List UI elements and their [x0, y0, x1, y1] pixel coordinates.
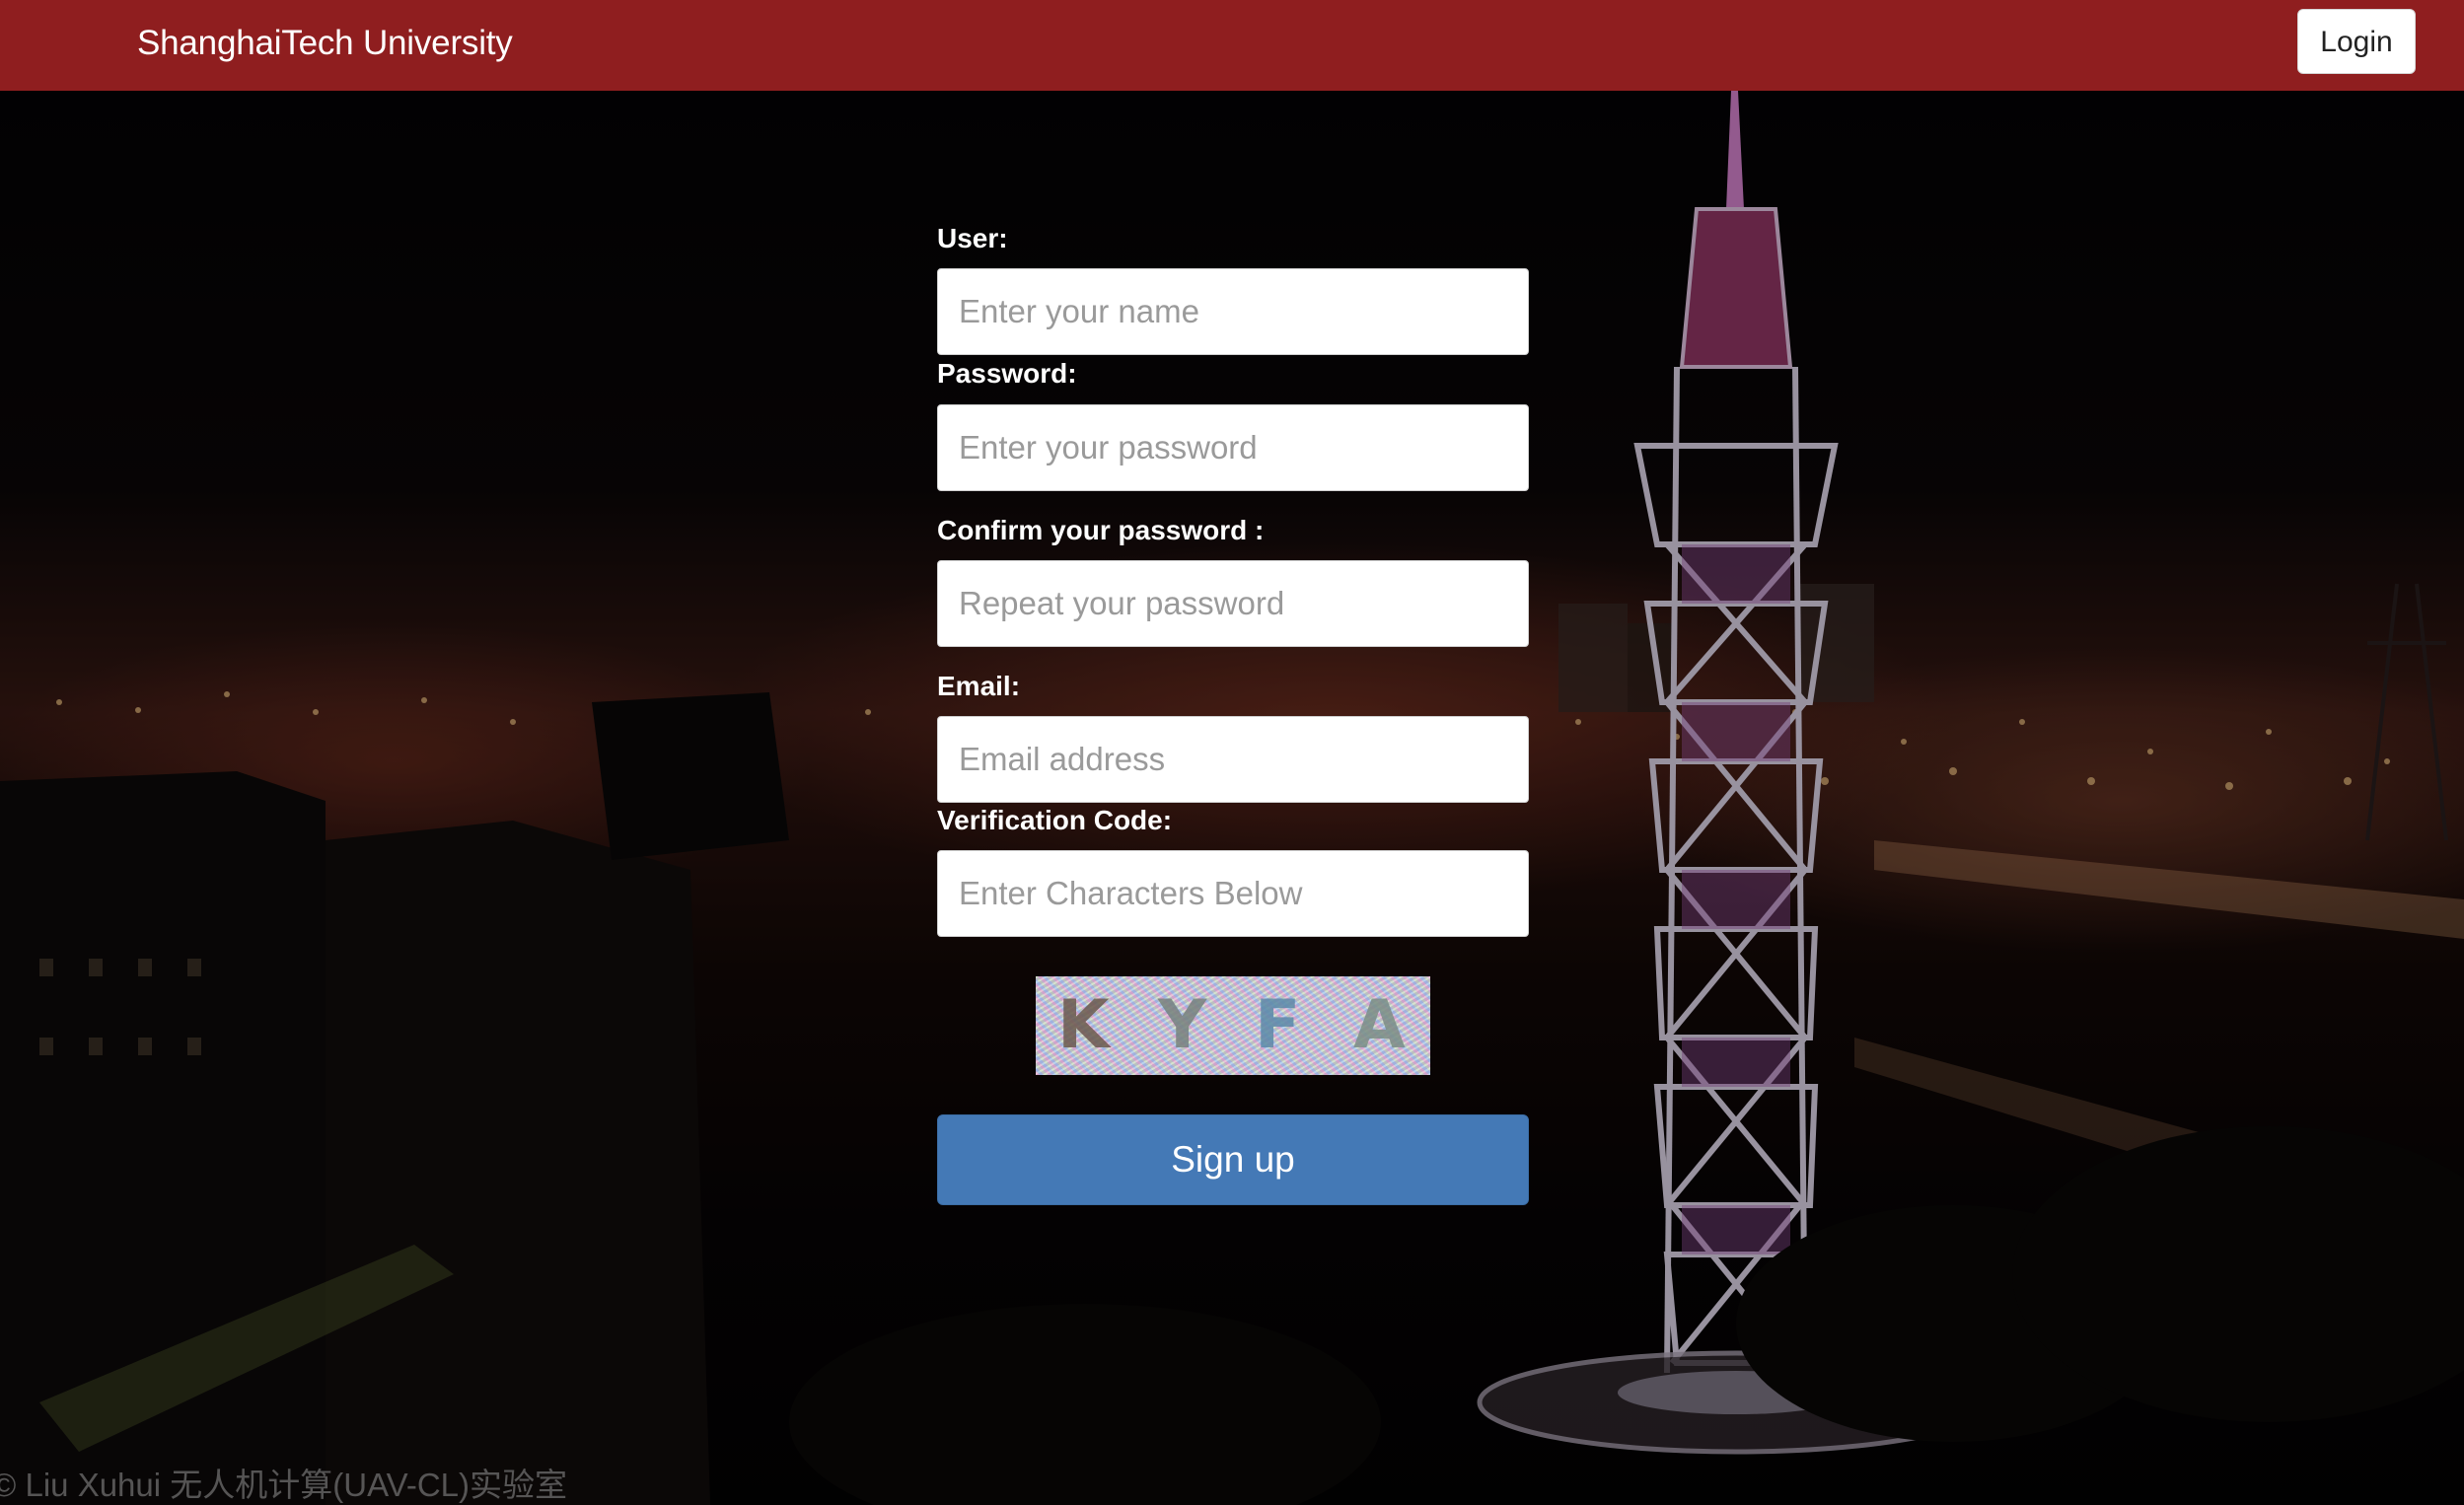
- captcha-char: F: [1255, 986, 1301, 1064]
- sign-up-button[interactable]: Sign up: [937, 1114, 1529, 1205]
- password-label: Password:: [937, 358, 1077, 389]
- verification-code-label: Verification Code:: [937, 805, 1173, 835]
- email-input[interactable]: [937, 716, 1529, 803]
- user-name-input[interactable]: [937, 268, 1529, 355]
- brand-link[interactable]: ShanghaiTech University: [137, 22, 513, 65]
- captcha-char: A: [1353, 986, 1406, 1064]
- top-navbar: ShanghaiTech University Login: [0, 0, 2464, 91]
- verification-code-input[interactable]: [937, 850, 1529, 937]
- login-button[interactable]: Login: [2297, 9, 2416, 74]
- user-label: User:: [937, 223, 1008, 253]
- page: ShanghaiTech University Login User: Pass…: [0, 0, 2464, 1505]
- password-input[interactable]: [937, 404, 1529, 491]
- captcha-char: Y: [1158, 986, 1207, 1064]
- email-label: Email:: [937, 671, 1021, 701]
- confirm-password-label: Confirm your password :: [937, 515, 1265, 545]
- captcha-image[interactable]: K Y F A: [1036, 976, 1430, 1075]
- photo-credit: © Liu Xuhui 无人机计算(UAV-CL)实验室: [0, 1467, 567, 1503]
- captcha-char: K: [1057, 986, 1110, 1064]
- confirm-password-input[interactable]: [937, 560, 1529, 647]
